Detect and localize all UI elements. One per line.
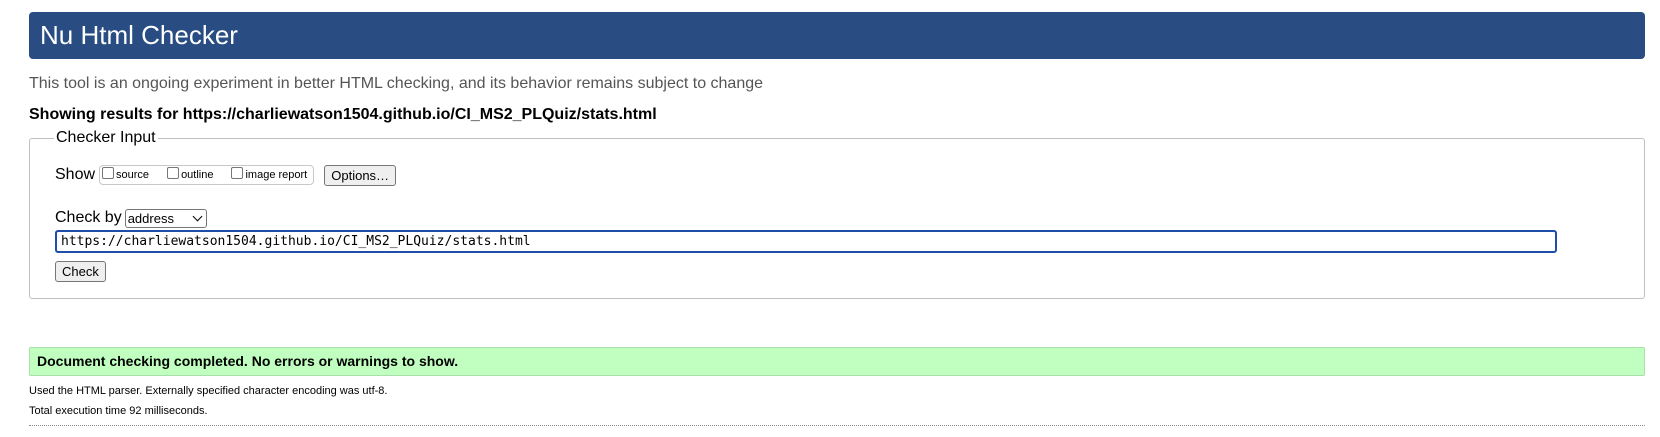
url-input[interactable]: https://charliewatson1504.github.io/CI_M…: [55, 230, 1557, 253]
show-row: Show source outline image report Options…: [55, 163, 397, 187]
show-outline-option[interactable]: outline: [167, 167, 214, 181]
execution-time-info: Total execution time 92 milliseconds.: [29, 405, 208, 417]
check-by-label: Check by: [55, 209, 122, 226]
checker-input-legend: Checker Input: [54, 128, 158, 148]
chevron-down-icon: [192, 211, 203, 221]
parser-info: Used the HTML parser. Externally specifi…: [29, 385, 388, 397]
results-url: https://charliewatson1504.github.io/CI_M…: [182, 106, 657, 123]
divider: [29, 425, 1645, 426]
show-options-group: source outline image report: [99, 165, 315, 185]
show-image-report-option[interactable]: image report: [231, 167, 308, 181]
page-header: Nu Html Checker: [29, 12, 1645, 59]
check-by-select[interactable]: address: [124, 208, 207, 228]
tagline: This tool is an ongoing experiment in be…: [29, 75, 764, 92]
show-label: Show: [55, 166, 96, 183]
checker-input-panel: Checker Input Show source outline image …: [29, 128, 1645, 299]
outline-checkbox[interactable]: [167, 167, 180, 179]
results-heading: Showing results for https://charliewatso…: [29, 106, 657, 124]
source-label: source: [116, 169, 150, 181]
results-prefix: Showing results for: [29, 106, 183, 123]
image-report-label: image report: [245, 169, 308, 181]
check-button[interactable]: Check: [55, 261, 106, 282]
image-report-checkbox[interactable]: [231, 167, 244, 179]
status-message: Document checking completed. No errors o…: [29, 347, 1645, 376]
check-by-selected-value: address: [127, 210, 174, 226]
show-source-option[interactable]: source: [102, 167, 150, 181]
options-button[interactable]: Options…: [324, 164, 397, 186]
page-title: Nu Html Checker: [40, 20, 238, 50]
source-checkbox[interactable]: [102, 167, 115, 179]
check-by-row: Check by address: [55, 207, 207, 229]
outline-label: outline: [181, 169, 214, 181]
